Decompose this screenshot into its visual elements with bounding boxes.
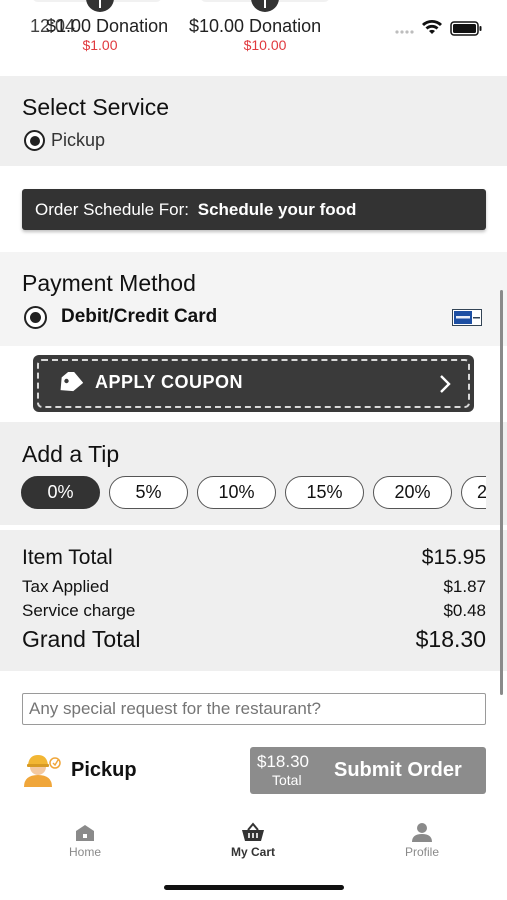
special-request-input[interactable] [22,693,486,725]
tip-section [0,422,507,525]
tab-home[interactable]: Home [35,822,135,859]
home-icon [76,825,94,841]
payment-title: Payment Method [22,270,196,296]
tab-home-label: Home [68,845,101,859]
pickup-label: Pickup [51,130,106,150]
wifi-icon [422,19,442,34]
tab-my-cart-label: My Cart [230,845,275,859]
payment-section [0,252,507,346]
submit-total-caption: Total [272,772,302,788]
battery-icon [450,21,482,36]
apply-coupon-button[interactable]: APPLY COUPON [33,355,474,412]
item-total-value: $15.95 [421,546,486,569]
tip-title: Add a Tip [22,441,120,467]
signal-icon [395,30,414,34]
tip-option-partial[interactable]: 2 [461,476,486,509]
coupon-label: APPLY COUPON [95,372,244,392]
tip-option-20[interactable]: 20% [373,476,452,509]
tip-option-0[interactable]: 0% [21,476,100,509]
schedule-value: Schedule your food [197,200,357,219]
card-label: Debit/Credit Card [61,306,218,327]
tab-profile[interactable]: Profile [372,822,472,859]
scrollbar[interactable] [500,290,503,695]
submit-total-amount: $18.30 [257,752,309,771]
profile-icon [412,823,432,842]
donation-1-price: $1.00 [82,37,118,53]
tip-option-15[interactable]: 15% [285,476,364,509]
service-charge-value: $0.48 [443,601,486,620]
item-total-label: Item Total [22,546,113,569]
service-title: Select Service [22,94,170,120]
delivery-person-icon [24,755,61,787]
submit-order-label: Submit Order [334,759,462,781]
donation-2-price: $10.00 [243,37,287,53]
donation-1-title: $1.00 Donation [46,16,169,36]
tax-label: Tax Applied [22,577,109,596]
tip-option-5[interactable]: 5% [109,476,188,509]
schedule-prefix: Order Schedule For: [35,200,190,219]
card-radio[interactable] [24,306,47,329]
tab-my-cart[interactable]: My Cart [203,822,303,859]
grand-total-value: $18.30 [415,626,486,652]
service-section [0,76,507,166]
grand-total-label: Grand Total [22,626,141,652]
cart-basket-icon [242,822,264,841]
tag-icon [60,372,83,392]
tip-option-10[interactable]: 10% [197,476,276,509]
order-schedule-button[interactable]: Order Schedule For: Schedule your food [22,189,486,230]
submit-order-button[interactable]: $18.30 Total Submit Order [250,747,486,794]
status-icons [395,19,482,36]
tab-profile-label: Profile [404,845,439,859]
donation-2-title: $10.00 Donation [189,16,322,36]
credit-card-icon [452,309,482,326]
service-charge-label: Service charge [22,601,136,620]
pickup-mode-label: Pickup [71,759,137,781]
chevron-right-icon [440,375,451,393]
pickup-radio[interactable] [24,130,45,151]
tax-value: $1.87 [443,577,486,596]
home-indicator [164,885,344,890]
